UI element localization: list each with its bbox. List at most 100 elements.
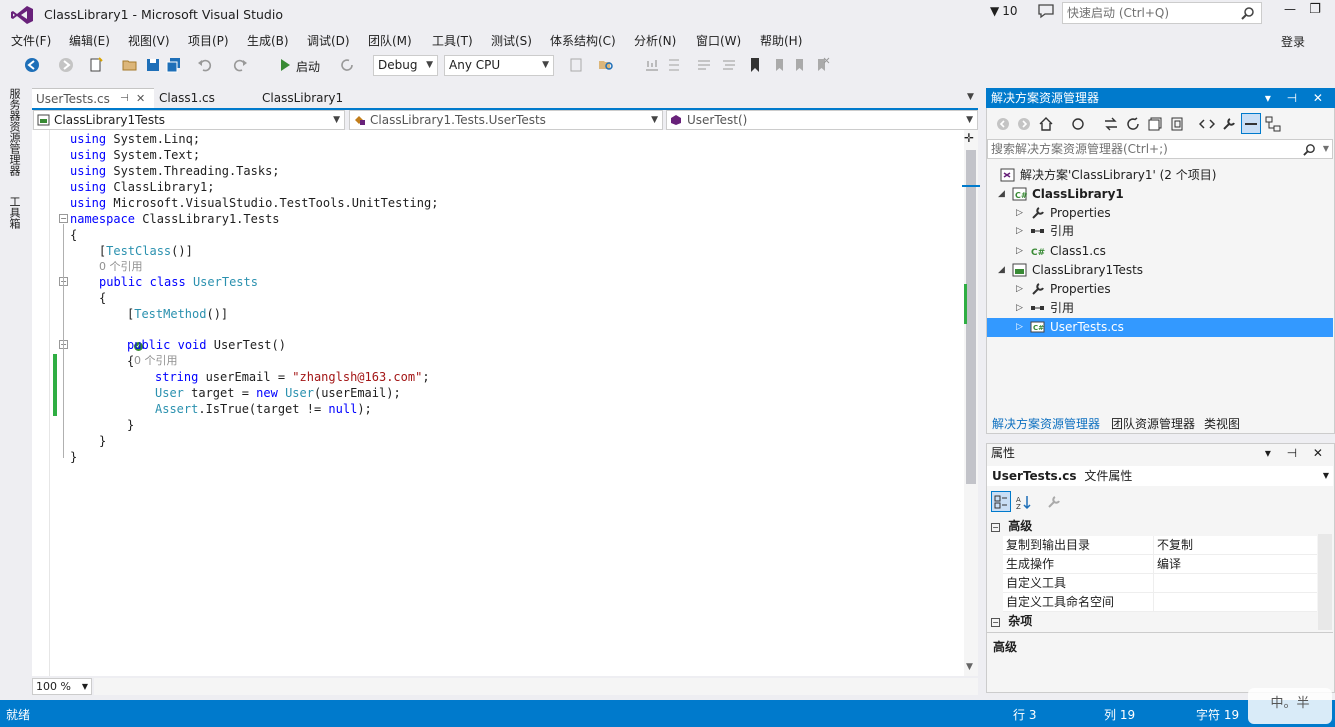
uncomment-icon[interactable] (721, 57, 737, 73)
collapse-icon[interactable]: − (991, 523, 1000, 532)
platform-select[interactable]: Any CPU ▼ (444, 55, 554, 76)
property-value[interactable]: 编译 (1157, 555, 1181, 574)
categorized-toggle[interactable] (991, 491, 1011, 512)
collapsed-arrow-icon[interactable]: ▷ (1016, 242, 1030, 260)
code-line[interactable]: [TestMethod()] (127, 306, 228, 322)
menu-build[interactable]: 生成(B) (247, 32, 289, 49)
tree-properties[interactable]: ▷ Properties (1016, 280, 1111, 298)
find-in-files-icon[interactable] (598, 57, 614, 73)
forward-icon[interactable] (1016, 116, 1032, 132)
property-row[interactable]: 自定义工具命名空间 (1003, 593, 1317, 612)
split-window-icon[interactable]: ✛ (964, 131, 974, 145)
code-line[interactable]: } (99, 433, 106, 449)
refresh-icon[interactable] (339, 57, 355, 73)
menu-project[interactable]: 项目(P) (188, 32, 229, 49)
tab-overflow-chevron-icon[interactable]: ▼ (967, 92, 974, 102)
code-line[interactable]: public void UserTest() (127, 337, 286, 353)
tree-usertests-cs[interactable]: ▷ C# UserTests.cs (1016, 318, 1124, 336)
sync-icon[interactable] (1103, 116, 1119, 132)
tab-solution-explorer[interactable]: 解决方案资源管理器 (992, 416, 1100, 432)
maximize-button[interactable]: ❐ (1304, 2, 1326, 22)
prev-bookmark-icon[interactable] (770, 57, 786, 73)
properties-scrollbar[interactable] (1318, 534, 1332, 630)
code-line[interactable]: using ClassLibrary1; (70, 179, 215, 195)
type-nav-select[interactable]: ClassLibrary1.Tests.UserTests ▼ (349, 110, 663, 130)
panel-controls[interactable]: ▾ ⊣ ✕ (1265, 88, 1329, 108)
collapsed-arrow-icon[interactable]: ▷ (1016, 299, 1030, 317)
property-pages-wrench-icon[interactable] (1046, 494, 1062, 510)
start-button[interactable]: 启动 (296, 58, 320, 75)
minimize-button[interactable]: — (1279, 2, 1301, 22)
pin-icon[interactable]: ⊣ (120, 89, 129, 109)
menu-test[interactable]: 测试(S) (491, 32, 532, 49)
code-line[interactable]: Assert.IsTrue(target != null); (155, 401, 372, 417)
code-line[interactable]: namespace ClassLibrary1.Tests (70, 211, 280, 227)
quick-launch-input[interactable]: 快速启动 (Ctrl+Q) (1062, 2, 1262, 24)
code-line[interactable]: { (70, 227, 77, 243)
menu-help[interactable]: 帮助(H) (760, 32, 802, 49)
property-row[interactable]: 复制到输出目录 不复制 (1003, 536, 1317, 555)
tree-class1-cs[interactable]: ▷ C# Class1.cs (1016, 242, 1106, 260)
zoom-select[interactable]: 100 % ▼ (32, 678, 92, 695)
back-icon[interactable] (995, 116, 1011, 132)
code-line[interactable]: } (127, 417, 134, 433)
editor-horizontal-scrollbar[interactable] (94, 678, 978, 695)
collapse-icon[interactable]: − (991, 618, 1000, 627)
scroll-down-icon[interactable]: ▼ (966, 662, 973, 672)
preview-selected-toggle[interactable] (1241, 113, 1261, 134)
configuration-select[interactable]: Debug ▼ (373, 55, 438, 76)
tab-class-view[interactable]: 类视图 (1204, 416, 1240, 432)
undo-icon[interactable] (197, 57, 213, 73)
code-line[interactable]: User target = new User(userEmail); (155, 385, 401, 401)
show-all-files-icon[interactable] (1169, 116, 1185, 132)
menu-edit[interactable]: 编辑(E) (69, 32, 110, 49)
open-folder-icon[interactable] (122, 57, 138, 73)
reference-count-lens[interactable]: 0 个引用 (99, 259, 143, 275)
tab-classlibrary1[interactable]: ClassLibrary1 (258, 88, 347, 108)
view-code-icon[interactable] (1199, 116, 1215, 132)
code-line[interactable]: { (127, 353, 134, 369)
distribute-icon[interactable] (666, 57, 682, 73)
menu-view[interactable]: 视图(V) (128, 32, 170, 49)
tab-class1-cs[interactable]: Class1.cs (155, 88, 219, 108)
collapsed-arrow-icon[interactable]: ▷ (1016, 204, 1030, 222)
next-bookmark-icon[interactable] (792, 57, 808, 73)
save-icon[interactable] (145, 57, 161, 73)
tree-references[interactable]: ▷ 引用 (1016, 222, 1074, 240)
toolbox-tab[interactable]: 工具箱 (8, 196, 22, 229)
code-line[interactable]: string userEmail = "zhanglsh@163.com"; (155, 369, 430, 385)
tab-usertests-cs[interactable]: UserTests.cs ⊣ ✕ (32, 88, 154, 108)
menu-architecture[interactable]: 体系结构(C) (550, 32, 616, 49)
code-line[interactable]: public class UserTests (99, 274, 258, 290)
tree-project-classlibrary1[interactable]: ◢ C# ClassLibrary1 (998, 185, 1124, 203)
properties-wrench-icon[interactable] (1221, 116, 1237, 132)
collapsed-arrow-icon[interactable]: ▷ (1016, 318, 1030, 336)
category-misc[interactable]: − 杂项 (987, 612, 1333, 631)
sort-alphabetical-icon[interactable]: AZ (1016, 494, 1032, 510)
home-icon[interactable] (1038, 116, 1054, 132)
menu-team[interactable]: 团队(M) (368, 32, 412, 49)
attach-icon[interactable] (568, 57, 584, 73)
clear-bookmarks-icon[interactable] (814, 57, 830, 73)
notifications-button[interactable]: ▼ 10 (990, 4, 1018, 18)
tree-properties[interactable]: ▷ Properties (1016, 204, 1111, 222)
class-diagram-icon[interactable] (1265, 116, 1281, 132)
collapse-namespace-icon[interactable]: − (59, 214, 68, 223)
menu-tools[interactable]: 工具(T) (432, 32, 473, 49)
menu-debug[interactable]: 调试(D) (307, 32, 350, 49)
code-line[interactable]: using System.Text; (70, 147, 200, 163)
menu-analyze[interactable]: 分析(N) (634, 32, 676, 49)
expanded-arrow-icon[interactable]: ◢ (998, 261, 1012, 279)
save-all-icon[interactable] (166, 57, 182, 73)
forward-icon[interactable] (58, 57, 74, 73)
feedback-icon[interactable] (1037, 3, 1055, 19)
project-nav-select[interactable]: ClassLibrary1Tests ▼ (33, 110, 345, 130)
new-project-icon[interactable] (88, 57, 104, 73)
menu-window[interactable]: 窗口(W) (696, 32, 741, 49)
collapsed-arrow-icon[interactable]: ▷ (1016, 222, 1030, 240)
pending-changes-icon[interactable] (1070, 116, 1086, 132)
back-icon[interactable] (24, 57, 40, 73)
start-icon[interactable] (277, 57, 293, 73)
align-icon[interactable] (644, 57, 660, 73)
server-explorer-tab[interactable]: 服务器资源管理器 (8, 88, 22, 176)
